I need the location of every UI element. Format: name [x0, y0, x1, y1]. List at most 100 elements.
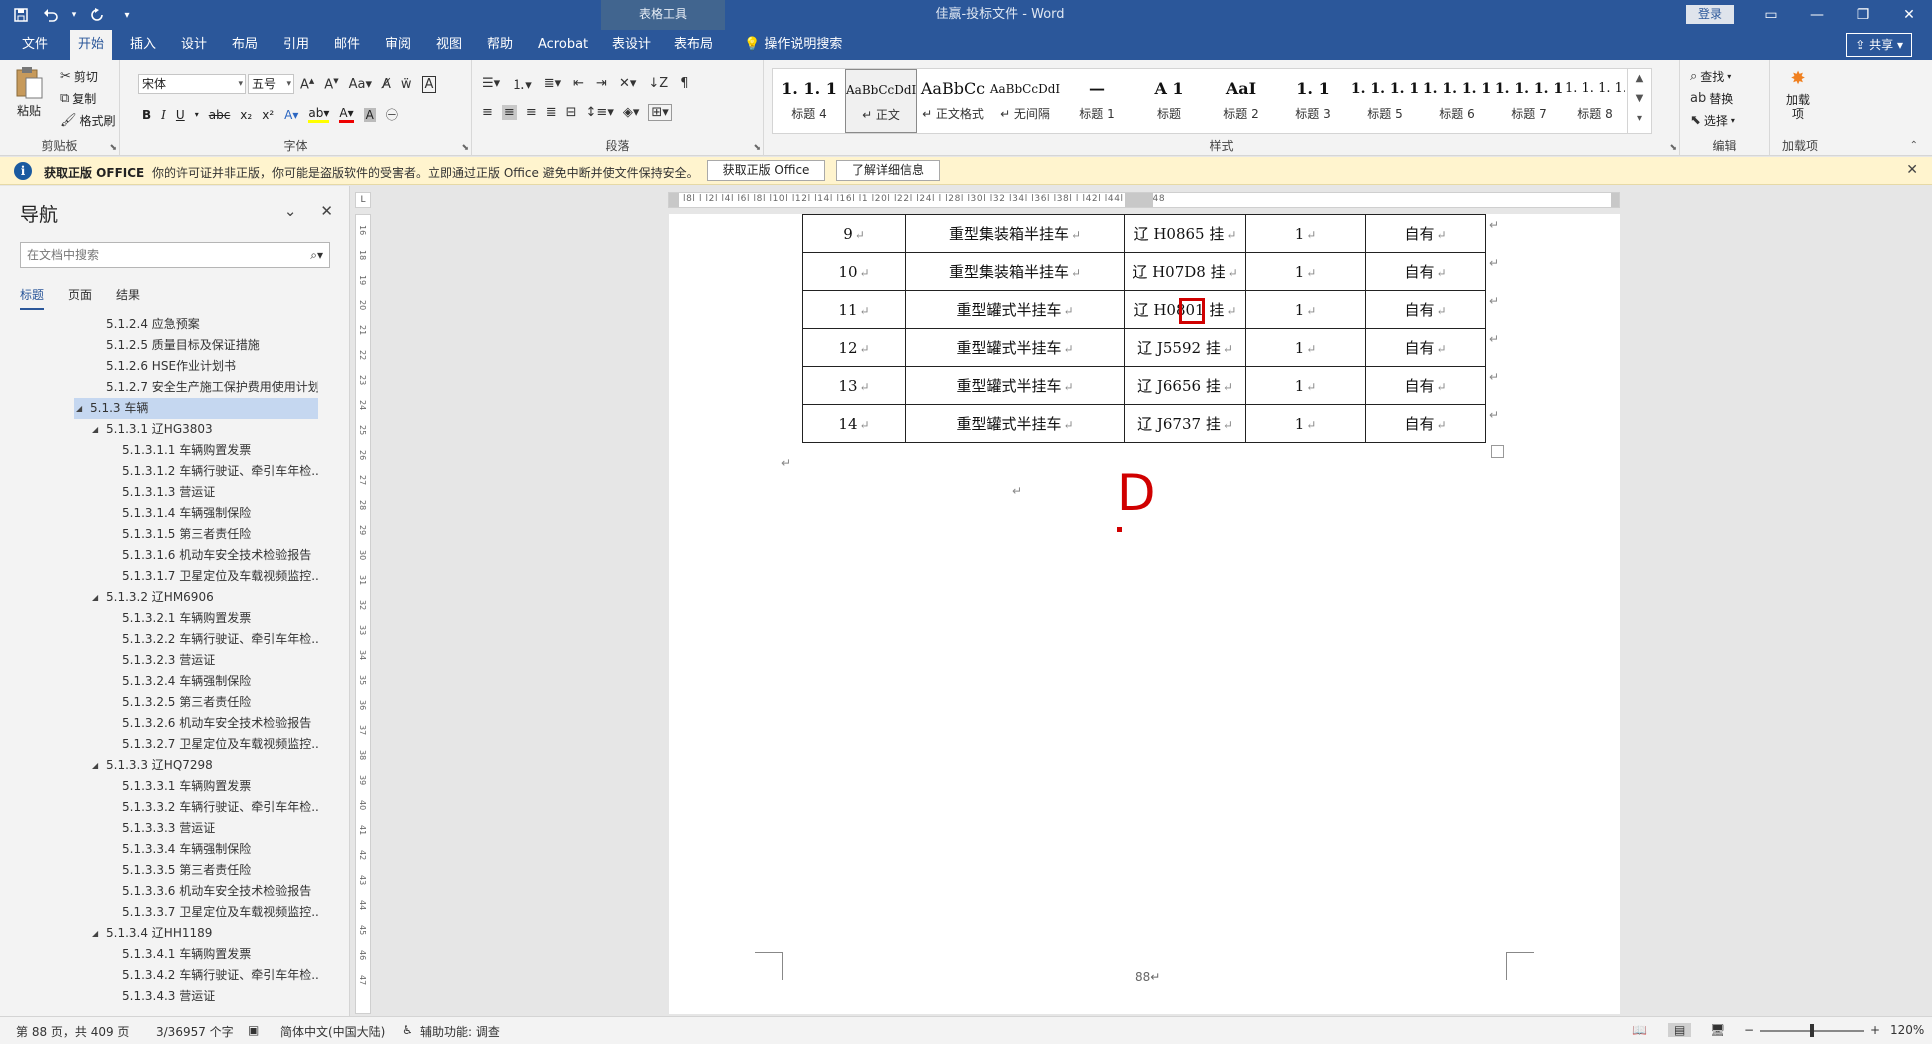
tab-references[interactable]: 引用 [275, 30, 317, 60]
page-count[interactable]: 第 88 页，共 409 页 [16, 1023, 129, 1040]
dialog-launcher-icon[interactable]: ⬊ [753, 143, 761, 153]
table-cell[interactable]: 辽 J6656 挂 ↵ [1124, 366, 1246, 405]
tab-help[interactable]: 帮助 [479, 30, 521, 60]
tab-review[interactable]: 审阅 [377, 30, 419, 60]
collapse-triangle-icon[interactable]: ◢ [92, 755, 98, 776]
nav-tab-pages[interactable]: 页面 [68, 286, 92, 310]
align-center-icon[interactable]: ≡ [501, 105, 517, 120]
font-color-icon[interactable]: A▾ [339, 106, 354, 123]
proofing-icon[interactable]: ▣ [248, 1023, 259, 1037]
style-heading-1[interactable]: — 标题 1 [1061, 69, 1133, 133]
nav-heading-item[interactable]: 5.1.3.2.5 第三者责任险 [106, 692, 318, 713]
table-row[interactable]: 9 ↵ 重型集装箱半挂车 ↵ 辽 H0865 挂 ↵ 1 ↵ 自有 ↵ [802, 214, 1486, 253]
tab-acrobat[interactable]: Acrobat [530, 30, 596, 60]
nav-heading-item[interactable]: ◢ 5.1.3.4 辽HH1189 [90, 923, 318, 944]
table-cell[interactable]: 自有 ↵ [1365, 404, 1486, 443]
close-icon[interactable]: ✕ [1906, 162, 1918, 178]
accessibility-status[interactable]: 辅助功能: 调查 [420, 1023, 500, 1040]
read-mode-icon[interactable]: 📖 [1632, 1023, 1647, 1037]
nav-heading-item[interactable]: 5.1.3.2.2 车辆行驶证、牵引车年检... [106, 629, 318, 650]
collapse-triangle-icon[interactable]: ◢ [92, 587, 98, 608]
nav-heading-item[interactable]: 5.1.3.2.4 车辆强制保险 [106, 671, 318, 692]
shading-icon[interactable]: ◈▾ [623, 105, 640, 120]
restore-icon[interactable]: ❐ [1840, 0, 1886, 30]
style-title[interactable]: A 1 标题 [1133, 69, 1205, 133]
print-layout-icon[interactable]: ▤ [1668, 1023, 1692, 1037]
shrink-font-icon[interactable]: A▼ [324, 77, 338, 92]
table-cell[interactable]: 12 ↵ [802, 328, 906, 367]
show-marks-icon[interactable]: ¶ [680, 76, 688, 91]
nav-heading-item[interactable]: 5.1.3.3.3 营运证 [106, 818, 318, 839]
style-heading-7[interactable]: 1. 1. 1. 1 标题 7 [1493, 69, 1565, 133]
zoom-slider-thumb[interactable] [1810, 1024, 1814, 1037]
signin-button[interactable]: 登录 [1686, 5, 1734, 24]
table-cell[interactable]: 1 ↵ [1245, 290, 1366, 329]
collapse-triangle-icon[interactable]: ◢ [76, 398, 82, 419]
share-button[interactable]: ⇪ 共享 ▾ [1846, 33, 1912, 57]
minimize-icon[interactable]: — [1794, 0, 1840, 30]
nav-heading-item[interactable]: 5.1.3.3.6 机动车安全技术检验报告 [106, 881, 318, 902]
close-icon[interactable]: ✕ [320, 202, 333, 220]
table-cell[interactable]: 9 ↵ [802, 214, 906, 253]
style-body-format[interactable]: AaBbCc ↵ 正文格式 [917, 69, 989, 133]
italic-icon[interactable]: I [161, 108, 166, 122]
nav-heading-item[interactable]: 5.1.3.3.1 车辆购置发票 [106, 776, 318, 797]
collapse-ribbon-icon[interactable]: ⌃ [1910, 140, 1918, 151]
numbering-icon[interactable]: ⒈▾ [512, 74, 532, 93]
style-heading-3[interactable]: 1. 1 标题 3 [1277, 69, 1349, 133]
chevron-down-icon[interactable]: ▾ [195, 110, 199, 119]
nav-heading-item[interactable]: 5.1.2.7 安全生产施工保护费用使用计划 [90, 377, 318, 398]
paste-button[interactable]: 粘贴 [14, 66, 44, 119]
ribbon-display-icon[interactable]: ▭ [1748, 0, 1794, 30]
zoom-in-icon[interactable]: + [1870, 1023, 1880, 1037]
table-cell[interactable]: 重型罐式半挂车 ↵ [905, 328, 1125, 367]
table-cell[interactable]: 重型罐式半挂车 ↵ [905, 290, 1125, 329]
copy-button[interactable]: ⧉ 复制 [60, 90, 96, 107]
tab-table-design[interactable]: 表设计 [604, 30, 659, 60]
align-right-icon[interactable]: ≡ [526, 105, 537, 120]
bullets-icon[interactable]: ☰▾ [482, 76, 500, 91]
learn-more-button[interactable]: 了解详细信息 [836, 160, 940, 181]
collapse-triangle-icon[interactable]: ◢ [92, 923, 98, 944]
nav-heading-item[interactable]: 5.1.3.2.7 卫星定位及车载视频监控... [106, 734, 318, 755]
nav-heading-item[interactable]: 5.1.3.4.1 车辆购置发票 [106, 944, 318, 965]
search-icon[interactable]: ⌕▾ [310, 243, 323, 267]
distribute-icon[interactable]: ⊟ [566, 105, 577, 120]
style-heading-8[interactable]: 1. 1. 1. 1. 标题 8 [1565, 69, 1625, 133]
font-name-combo[interactable]: 宋体 ▾ [138, 74, 246, 94]
nav-search-input[interactable]: 在文档中搜索 ⌕▾ [20, 242, 330, 268]
nav-heading-item[interactable]: 5.1.3.4.2 车辆行驶证、牵引车年检... [106, 965, 318, 986]
char-border-icon[interactable]: A [421, 76, 437, 93]
table-cell[interactable]: 重型集装箱半挂车 ↵ [905, 252, 1125, 291]
table-cell[interactable]: 辽 H07D8 挂 ↵ [1124, 252, 1246, 291]
style-normal[interactable]: AaBbCcDdI ↵ 正文 [845, 69, 917, 133]
nav-heading-item[interactable]: 5.1.3.1.4 车辆强制保险 [106, 503, 318, 524]
table-row[interactable]: 10 ↵ 重型集装箱半挂车 ↵ 辽 H07D8 挂 ↵ 1 ↵ 自有 ↵ [802, 252, 1486, 291]
tab-mailings[interactable]: 邮件 [326, 30, 368, 60]
table-cell[interactable]: 自有 ↵ [1365, 214, 1486, 253]
style-no-spacing[interactable]: AaBbCcDdI ↵ 无间隔 [989, 69, 1061, 133]
zoom-level[interactable]: 120% [1890, 1023, 1924, 1037]
tab-insert[interactable]: 插入 [122, 30, 164, 60]
customize-icon[interactable]: ▾ [114, 3, 140, 27]
style-heading-4[interactable]: 1. 1. 1 标题 4 [773, 69, 845, 133]
table-cell[interactable]: 1 ↵ [1245, 366, 1366, 405]
tab-view[interactable]: 视图 [428, 30, 470, 60]
nav-heading-item[interactable]: 5.1.3.1.3 营运证 [106, 482, 318, 503]
nav-heading-item[interactable]: 5.1.3.3.2 车辆行驶证、牵引车年检... [106, 797, 318, 818]
table-cell[interactable]: 10 ↵ [802, 252, 906, 291]
nav-heading-item[interactable]: ◢ 5.1.3 车辆 [74, 398, 318, 419]
chevron-down-icon[interactable]: ⌄ [284, 202, 297, 220]
nav-heading-item[interactable]: 5.1.3.4.3 营运证 [106, 986, 318, 1007]
tab-table-layout[interactable]: 表布局 [666, 30, 721, 60]
justify-icon[interactable]: ≣ [546, 105, 557, 120]
nav-heading-item[interactable]: 5.1.3.3.5 第三者责任险 [106, 860, 318, 881]
table-cell[interactable]: 重型集装箱半挂车 ↵ [905, 214, 1125, 253]
table-cell[interactable]: 1 ↵ [1245, 404, 1366, 443]
table-cell[interactable]: 重型罐式半挂车 ↵ [905, 404, 1125, 443]
nav-heading-item[interactable]: 5.1.3.2.6 机动车安全技术检验报告 [106, 713, 318, 734]
tab-home[interactable]: 开始 [70, 30, 113, 60]
highlight-icon[interactable]: ab▾ [308, 106, 330, 123]
language-status[interactable]: 简体中文(中国大陆) [280, 1023, 385, 1040]
format-painter-button[interactable]: 🖌 格式刷 [60, 112, 116, 129]
